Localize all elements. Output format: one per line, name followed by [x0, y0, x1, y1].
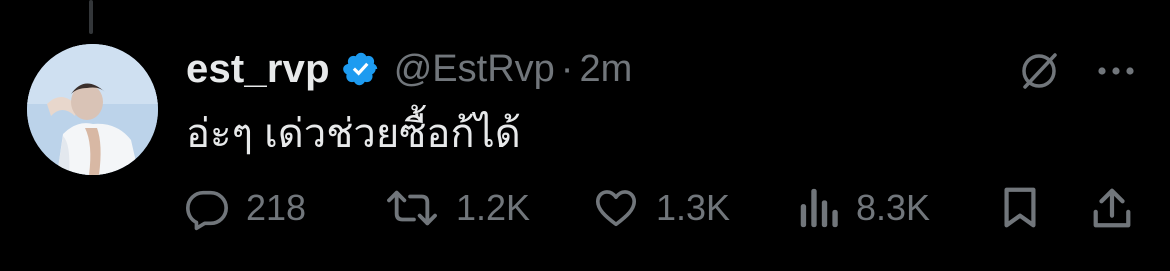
repost-button[interactable]: 1.2K	[384, 180, 530, 236]
tweet-header: est_rvp @EstRvp · 2m	[186, 44, 632, 94]
timestamp[interactable]: 2m	[579, 48, 632, 91]
separator-dot: ·	[560, 47, 574, 90]
views-count: 8.3K	[856, 187, 931, 228]
repost-icon	[387, 190, 437, 226]
heart-icon	[595, 190, 637, 227]
bookmark-button[interactable]	[998, 180, 1042, 236]
repost-count: 1.2K	[456, 187, 531, 228]
display-name[interactable]: est_rvp	[186, 47, 330, 92]
bookmark-icon	[1004, 187, 1036, 228]
like-count: 1.3K	[656, 187, 731, 228]
thread-connector-line	[89, 0, 93, 34]
tweet-text: อ่ะๆ เด่วช่วยซื้อก้ได้	[186, 112, 521, 156]
more-icon[interactable]	[1094, 50, 1138, 92]
grok-icon[interactable]	[1018, 50, 1060, 92]
verified-badge-icon[interactable]	[342, 50, 380, 88]
reply-icon	[186, 190, 228, 231]
user-handle[interactable]: @EstRvp	[394, 48, 555, 91]
share-button[interactable]	[1090, 180, 1134, 236]
tweet-actions-bar: 218 1.2K 1.3K 8.3K	[184, 180, 1144, 236]
like-button[interactable]: 1.3K	[592, 180, 730, 236]
views-button[interactable]: 8.3K	[796, 180, 930, 236]
share-icon	[1093, 188, 1131, 228]
avatar[interactable]	[27, 44, 158, 175]
reply-count: 218	[246, 187, 307, 228]
views-chart-icon	[800, 188, 838, 228]
reply-button[interactable]: 218	[184, 180, 306, 236]
